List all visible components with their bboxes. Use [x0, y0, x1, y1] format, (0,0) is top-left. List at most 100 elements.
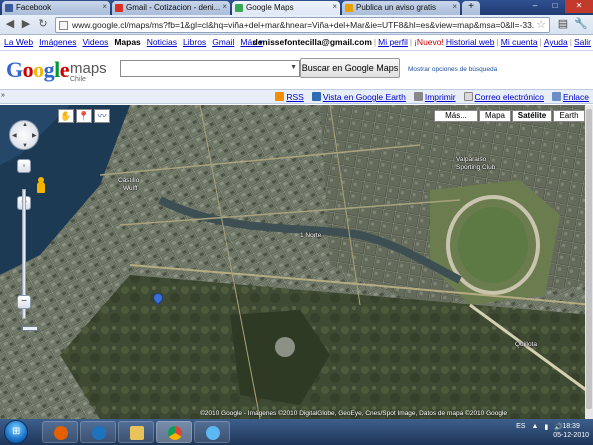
reset-view-icon[interactable]: ◦ — [17, 159, 31, 173]
start-button[interactable]: ⊞ — [4, 420, 28, 444]
dropdown-arrow-icon[interactable]: ▼ — [290, 64, 297, 71]
link-ayuda[interactable]: Ayuda — [544, 37, 568, 47]
link-historial-web[interactable]: Historial web — [446, 37, 495, 47]
tray-arrow-icon[interactable]: ▲ — [531, 423, 538, 431]
search-input[interactable]: ▼ — [120, 60, 300, 77]
map-label-castillo: Castillo — [118, 177, 140, 184]
email-label: Correo electrónico — [474, 92, 544, 102]
placemark-tool-icon[interactable]: 📍 — [76, 109, 92, 123]
chain-link-icon — [552, 92, 561, 101]
close-tab-icon[interactable]: × — [452, 2, 457, 11]
tab-google-maps[interactable]: Google Maps × — [232, 1, 340, 15]
map-label-sporting-club: Sporting Club — [456, 164, 496, 171]
minimize-icon[interactable]: – — [525, 0, 545, 13]
logo-wordmark: Google — [6, 57, 70, 82]
clock-date: 05-12-2010 — [553, 432, 589, 439]
new-badge: ¡Nuevo! — [414, 37, 444, 47]
maximize-icon[interactable]: □ — [545, 0, 565, 13]
link-imagenes[interactable]: Imágenes — [39, 37, 76, 48]
browser-toolbar: ◀ ▶ ↻ www.google.cl/maps/ms?fb=1&gl=cl&h… — [0, 15, 593, 35]
zoom-control: ◦ + − — [17, 159, 45, 331]
close-tab-icon[interactable]: × — [222, 2, 227, 11]
link-noticias[interactable]: Noticias — [147, 37, 177, 48]
network-icon[interactable]: ▮ — [544, 423, 548, 431]
map-type-satellite-button[interactable]: Satélite — [512, 110, 552, 122]
satellite-imagery — [0, 105, 593, 419]
link-mi-cuenta[interactable]: Mi cuenta — [501, 37, 538, 47]
internet-explorer-icon — [92, 426, 106, 440]
envelope-icon — [463, 92, 473, 101]
pan-left-icon[interactable]: ◀ — [12, 132, 17, 139]
zoom-out-button[interactable]: − — [17, 295, 31, 309]
google-bar: La Web Imágenes Videos Mapas Noticias Li… — [0, 36, 593, 49]
link-la-web[interactable]: La Web — [4, 37, 33, 48]
system-clock[interactable]: 18:39 05-12-2010 — [553, 422, 589, 440]
taskbar-chrome[interactable] — [156, 421, 192, 443]
close-tab-icon[interactable]: × — [102, 2, 107, 11]
scrollbar-thumb[interactable] — [586, 109, 592, 409]
google-earth-link[interactable]: Vista en Google Earth — [311, 92, 406, 102]
pan-down-icon[interactable]: ▼ — [22, 143, 28, 149]
pan-control[interactable]: ▲ ▼ ◀ ▶ — [9, 120, 39, 150]
link-salir[interactable]: Salir — [574, 37, 591, 47]
rss-link[interactable]: RSS — [275, 92, 304, 102]
divider — [0, 50, 593, 51]
taskbar-internet-explorer[interactable] — [80, 421, 116, 443]
chrome-icon — [168, 426, 182, 440]
map-type-map-button[interactable]: Mapa — [479, 110, 511, 122]
close-window-icon[interactable]: ✕ — [565, 0, 593, 13]
taskbar-firefox[interactable] — [42, 421, 78, 443]
page-icon — [59, 21, 68, 30]
link-gmail[interactable]: Gmail — [212, 37, 234, 48]
google-maps-logo[interactable]: Google maps Chile — [6, 57, 107, 85]
page-menu-icon[interactable]: ▤ — [556, 18, 570, 32]
user-email: denissefontecilla@gmail.com — [252, 37, 372, 47]
bookmark-star-icon[interactable]: ☆ — [536, 18, 546, 31]
pan-up-icon[interactable]: ▲ — [22, 122, 28, 128]
wrench-icon[interactable]: 🔧 — [574, 18, 588, 32]
link-mi-perfil[interactable]: Mi perfil — [378, 37, 408, 47]
taskbar-folder[interactable] — [118, 421, 154, 443]
separator: | — [539, 37, 542, 47]
map-type-more-button[interactable]: Más... — [434, 110, 478, 122]
pegman-icon[interactable] — [36, 177, 46, 193]
close-tab-icon[interactable]: × — [332, 2, 337, 11]
google-bar-links: La Web Imágenes Videos Mapas Noticias Li… — [4, 37, 263, 48]
separator: | — [409, 37, 413, 47]
satellite-map[interactable]: Castillo Wulff Valparaiso Sporting Club … — [0, 105, 593, 419]
taskbar-star-app[interactable] — [194, 421, 230, 443]
search-options-link[interactable]: Mostrar opciones de búsqueda — [408, 66, 497, 73]
address-bar[interactable]: www.google.cl/maps/ms?fb=1&gl=cl&hq=viña… — [55, 17, 550, 33]
map-placemark-pin[interactable] — [150, 290, 166, 307]
tab-publica-aviso[interactable]: Publica un aviso gratis × — [342, 1, 460, 15]
map-action-links: RSS Vista en Google Earth Imprimir Corre… — [275, 92, 589, 102]
map-scrollbar[interactable] — [585, 105, 593, 419]
email-link[interactable]: Correo electrónico — [463, 92, 544, 102]
folder-icon — [130, 426, 144, 440]
pan-right-icon[interactable]: ▶ — [32, 132, 37, 139]
separator: | — [569, 37, 572, 47]
reload-icon[interactable]: ↻ — [36, 18, 50, 32]
link-libros[interactable]: Libros — [183, 37, 206, 48]
new-tab-button[interactable]: + — [462, 1, 480, 15]
print-label: Imprimir — [424, 92, 456, 102]
link-videos[interactable]: Videos — [82, 37, 108, 48]
link-label: Enlace — [563, 92, 589, 102]
line-tool-icon[interactable]: 〰 — [94, 109, 110, 123]
search-button[interactable]: Buscar en Google Maps — [300, 58, 400, 78]
gmail-icon — [115, 4, 123, 12]
forward-icon[interactable]: ▶ — [19, 18, 33, 32]
map-type-earth-button[interactable]: Earth — [553, 110, 585, 122]
collapse-panel-icon[interactable]: » — [1, 92, 9, 102]
tab-facebook[interactable]: Facebook × — [2, 1, 110, 15]
tab-gmail[interactable]: Gmail - Cotizacion - deni... × — [112, 1, 230, 15]
back-icon[interactable]: ◀ — [3, 18, 17, 32]
windows-logo-icon: ⊞ — [12, 426, 21, 437]
url-text: www.google.cl/maps/ms?fb=1&gl=cl&hq=viña… — [72, 20, 535, 30]
zoom-slider-thumb[interactable] — [22, 326, 38, 331]
print-link[interactable]: Imprimir — [413, 92, 456, 102]
map-type-control: Más... Mapa Satélite Earth — [434, 110, 585, 122]
hand-tool-icon[interactable]: ✋ — [58, 109, 74, 123]
language-indicator[interactable]: ES — [516, 423, 525, 431]
link-link[interactable]: Enlace — [552, 92, 589, 102]
